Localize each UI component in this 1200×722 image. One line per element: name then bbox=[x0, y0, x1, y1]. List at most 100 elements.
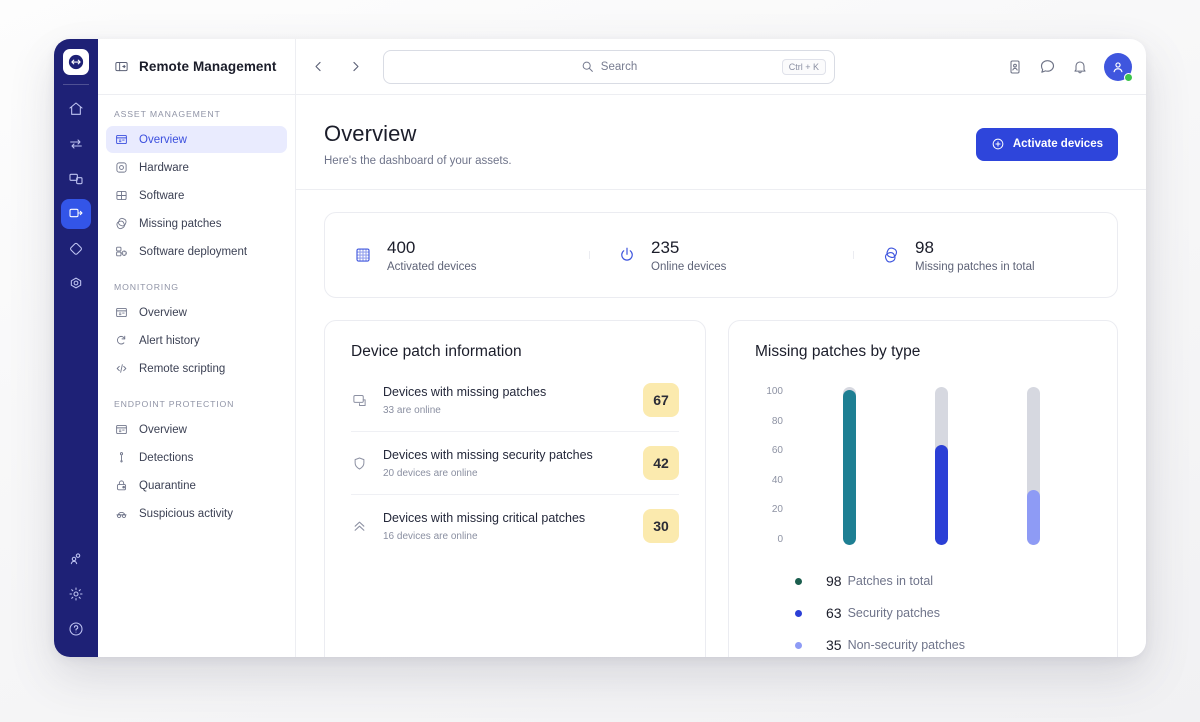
card-body: Missing patches by type 100 80 60 40 20 … bbox=[729, 321, 1117, 657]
dashboard-cards: Device patch information Devices with mi… bbox=[324, 320, 1118, 657]
suspicious-activity-icon bbox=[114, 507, 128, 521]
rail-item-monitoring[interactable] bbox=[61, 269, 91, 299]
alert-history-icon bbox=[114, 334, 128, 348]
sidebar-item-label: Overview bbox=[139, 307, 187, 319]
rail-divider bbox=[63, 84, 89, 85]
nav-group-endpoint-protection: ENDPOINT PROTECTION Overview Detections … bbox=[106, 399, 287, 527]
monitor-icon bbox=[351, 392, 367, 408]
page-subtitle: Here's the dashboard of your assets. bbox=[324, 155, 512, 167]
sidebar-item-label: Suspicious activity bbox=[139, 508, 233, 520]
bar-track bbox=[843, 387, 856, 545]
sidebar-item-endpoint-overview[interactable]: Overview bbox=[106, 416, 287, 443]
legend-item-patches-in-total: 98 Patches in total bbox=[755, 573, 1091, 589]
patch-name: Devices with missing critical patches bbox=[383, 510, 627, 528]
rail-item-transfer[interactable] bbox=[61, 129, 91, 159]
sidebar-item-asset-overview[interactable]: Overview bbox=[106, 126, 287, 153]
topbar: Search Ctrl + K bbox=[296, 39, 1146, 95]
bell-icon[interactable] bbox=[1072, 59, 1088, 75]
sidebar-item-label: Hardware bbox=[139, 162, 189, 174]
rail-item-help[interactable] bbox=[61, 614, 91, 644]
patch-sub: 16 devices are online bbox=[383, 531, 627, 542]
bar-chart: 100 80 60 40 20 0 bbox=[755, 387, 1091, 545]
legend-value: 98 bbox=[826, 573, 842, 589]
chart-bars bbox=[795, 387, 1091, 545]
dashboard-content: 400 Activated devices 235 Online devices bbox=[296, 190, 1146, 657]
sidebar-item-monitoring-overview[interactable]: Overview bbox=[106, 299, 287, 326]
panel-toggle-icon[interactable] bbox=[114, 59, 129, 74]
y-tick: 100 bbox=[766, 387, 783, 397]
stat-text: 400 Activated devices bbox=[387, 237, 477, 272]
sidebar-nav: Remote Management ASSET MANAGEMENT Overv… bbox=[98, 39, 296, 657]
card-title: Missing patches by type bbox=[755, 343, 1091, 361]
sidebar-item-label: Software bbox=[139, 190, 184, 202]
bar-fill-patches-in-total bbox=[843, 390, 856, 545]
patch-row-missing-critical-patches[interactable]: Devices with missing critical patches 16… bbox=[351, 495, 679, 557]
rail-item-home[interactable] bbox=[61, 94, 91, 124]
sidebar-item-missing-patches[interactable]: Missing patches bbox=[106, 210, 287, 237]
grid-devices-icon bbox=[353, 245, 373, 265]
patch-row-missing-security-patches[interactable]: Devices with missing security patches 20… bbox=[351, 432, 679, 495]
sidebar-item-label: Remote scripting bbox=[139, 363, 225, 375]
sidebar-item-quarantine[interactable]: Quarantine bbox=[106, 472, 287, 499]
rail-item-augmented-reality[interactable] bbox=[61, 234, 91, 264]
legend-dot bbox=[795, 578, 802, 585]
page-header: Overview Here's the dashboard of your as… bbox=[296, 95, 1146, 190]
activate-devices-button[interactable]: Activate devices bbox=[976, 128, 1118, 161]
rail-item-settings[interactable] bbox=[61, 579, 91, 609]
sidebar-item-alert-history[interactable]: Alert history bbox=[106, 327, 287, 354]
patch-name: Devices with missing patches bbox=[383, 384, 627, 402]
stat-value: 400 bbox=[387, 237, 477, 258]
stat-online-devices: 235 Online devices bbox=[589, 237, 853, 272]
patch-rows: Devices with missing patches 33 are onli… bbox=[351, 369, 679, 557]
legend-dot bbox=[795, 642, 802, 649]
search-input[interactable]: Search Ctrl + K bbox=[383, 50, 835, 84]
patches-icon bbox=[881, 245, 901, 265]
activate-devices-label: Activate devices bbox=[1013, 138, 1103, 150]
patch-sub: 20 devices are online bbox=[383, 468, 627, 479]
plus-circle-icon bbox=[991, 137, 1005, 151]
sidebar-item-remote-scripting[interactable]: Remote scripting bbox=[106, 355, 287, 382]
main-area: Search Ctrl + K bbox=[296, 39, 1146, 657]
page-header-text: Overview Here's the dashboard of your as… bbox=[324, 121, 512, 167]
dashboard-icon bbox=[114, 423, 128, 437]
sidebar-item-hardware[interactable]: Hardware bbox=[106, 154, 287, 181]
legend-item-non-security-patches: 35 Non-security patches bbox=[755, 637, 1091, 653]
chart-legend: 98 Patches in total 63 Security patches … bbox=[755, 573, 1091, 657]
missing-patches-by-type-card: Missing patches by type 100 80 60 40 20 … bbox=[728, 320, 1118, 657]
sidebar-item-label: Alert history bbox=[139, 335, 200, 347]
dashboard-icon bbox=[114, 133, 128, 147]
y-tick: 80 bbox=[772, 417, 783, 427]
bar-slot-patches-in-total bbox=[803, 387, 895, 545]
rail-item-remote-management[interactable] bbox=[61, 199, 91, 229]
app-title: Remote Management bbox=[139, 59, 276, 74]
sidebar-item-software-deployment[interactable]: Software deployment bbox=[106, 238, 287, 265]
legend-label: Security patches bbox=[848, 606, 940, 620]
code-icon bbox=[114, 362, 128, 376]
sidebar-item-software[interactable]: Software bbox=[106, 182, 287, 209]
stat-activated-devices: 400 Activated devices bbox=[325, 237, 589, 272]
search-inner: Search bbox=[581, 60, 637, 73]
legend-value: 63 bbox=[826, 605, 842, 621]
rail-item-devices[interactable] bbox=[61, 164, 91, 194]
back-button[interactable] bbox=[304, 53, 332, 81]
patch-count-badge: 30 bbox=[643, 509, 679, 543]
sidebar-item-detections[interactable]: Detections bbox=[106, 444, 287, 471]
chat-icon[interactable] bbox=[1039, 58, 1056, 75]
patch-count-badge: 42 bbox=[643, 446, 679, 480]
user-avatar[interactable] bbox=[1104, 53, 1132, 81]
page-title: Overview bbox=[324, 121, 512, 147]
sidebar-groups: ASSET MANAGEMENT Overview Hardware Softw… bbox=[98, 95, 295, 528]
sidebar-item-suspicious-activity[interactable]: Suspicious activity bbox=[106, 500, 287, 527]
rail-item-users[interactable] bbox=[61, 544, 91, 574]
patch-name: Devices with missing security patches bbox=[383, 447, 627, 465]
contact-card-icon[interactable] bbox=[1007, 59, 1023, 75]
dashboard-icon bbox=[114, 306, 128, 320]
teamviewer-logo-icon[interactable] bbox=[63, 49, 89, 75]
card-title: Device patch information bbox=[351, 343, 679, 361]
patch-row-missing-patches[interactable]: Devices with missing patches 33 are onli… bbox=[351, 369, 679, 432]
y-tick: 60 bbox=[772, 446, 783, 456]
chevrons-up-icon bbox=[351, 518, 367, 534]
forward-button[interactable] bbox=[341, 53, 369, 81]
nav-group-label: ASSET MANAGEMENT bbox=[106, 109, 287, 119]
sidebar-item-label: Software deployment bbox=[139, 246, 247, 258]
